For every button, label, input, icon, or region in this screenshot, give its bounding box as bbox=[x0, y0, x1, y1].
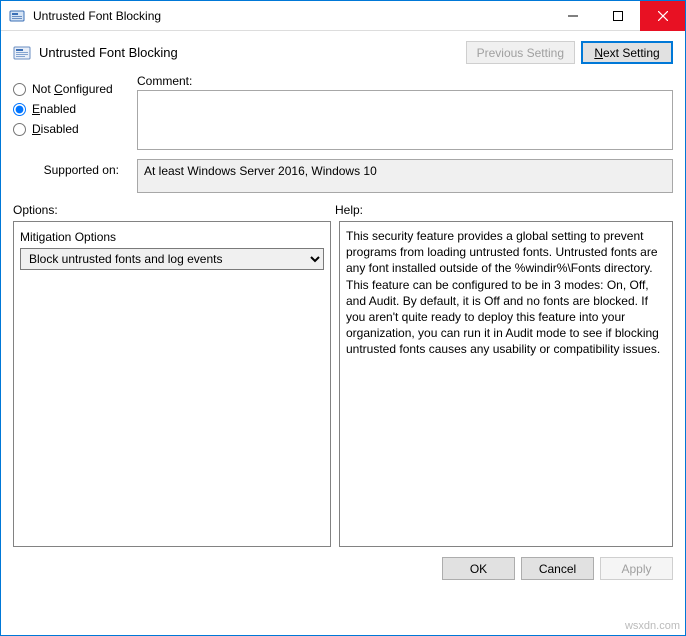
policy-title: Untrusted Font Blocking bbox=[39, 45, 460, 60]
next-setting-button[interactable]: Next Setting bbox=[581, 41, 673, 64]
help-label: Help: bbox=[335, 203, 673, 217]
options-pane: Mitigation Options Block untrusted fonts… bbox=[13, 221, 331, 547]
state-radio-group: Not Configured Enabled Disabled bbox=[13, 74, 123, 153]
radio-not-configured-input[interactable] bbox=[13, 83, 26, 96]
minimize-button[interactable] bbox=[550, 1, 595, 31]
close-button[interactable] bbox=[640, 1, 685, 31]
radio-enabled[interactable]: Enabled bbox=[13, 102, 123, 116]
watermark: wsxdn.com bbox=[625, 620, 680, 632]
cancel-button[interactable]: Cancel bbox=[521, 557, 594, 580]
radio-disabled-input[interactable] bbox=[13, 123, 26, 136]
apply-button: Apply bbox=[600, 557, 673, 580]
policy-icon bbox=[13, 44, 31, 62]
title-bar: Untrusted Font Blocking bbox=[1, 1, 685, 31]
dialog-footer: OK Cancel Apply bbox=[1, 547, 685, 584]
mitigation-options-select[interactable]: Block untrusted fonts and log events bbox=[20, 248, 324, 270]
mitigation-options-label: Mitigation Options bbox=[20, 230, 324, 244]
window-title: Untrusted Font Blocking bbox=[33, 9, 161, 23]
radio-enabled-input[interactable] bbox=[13, 103, 26, 116]
radio-not-configured[interactable]: Not Configured bbox=[13, 82, 123, 96]
help-pane: This security feature provides a global … bbox=[339, 221, 673, 547]
help-text: This security feature provides a global … bbox=[346, 229, 660, 356]
options-label: Options: bbox=[13, 203, 335, 217]
radio-disabled[interactable]: Disabled bbox=[13, 122, 123, 136]
comment-field[interactable] bbox=[137, 90, 673, 150]
previous-setting-button: Previous Setting bbox=[466, 41, 575, 64]
maximize-button[interactable] bbox=[595, 1, 640, 31]
ok-button[interactable]: OK bbox=[442, 557, 515, 580]
comment-label: Comment: bbox=[137, 74, 673, 88]
supported-on-label: Supported on: bbox=[13, 159, 123, 177]
supported-on-value: At least Windows Server 2016, Windows 10 bbox=[137, 159, 673, 193]
app-icon bbox=[9, 8, 25, 24]
